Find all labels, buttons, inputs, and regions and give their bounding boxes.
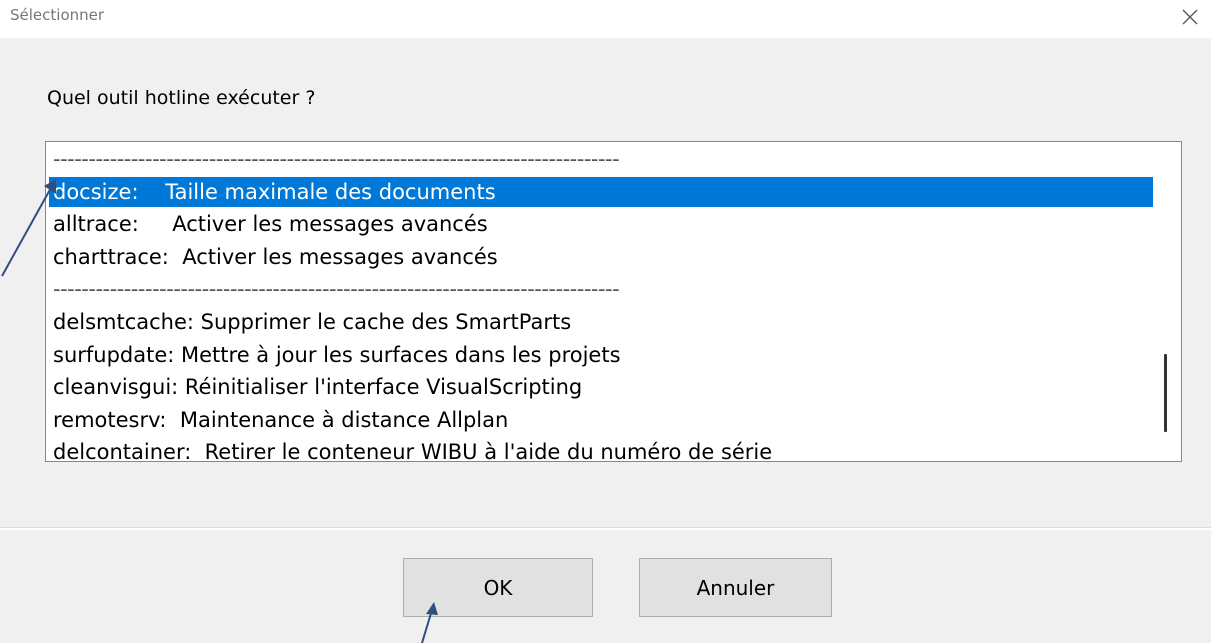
list-item[interactable]: delsmtcache: Supprimer le cache des Smar…	[49, 307, 1153, 337]
prompt-label: Quel outil hotline exécuter ?	[47, 87, 316, 109]
vertical-scrollbar[interactable]	[1151, 142, 1181, 461]
list-item[interactable]: surfupdate: Mettre à jour les surfaces d…	[49, 340, 1153, 370]
list-separator: ----------------------------------------…	[53, 277, 620, 302]
list-item[interactable]: remotesrv: Maintenance à distance Allpla…	[49, 405, 1153, 435]
ok-button[interactable]: OK	[403, 558, 593, 617]
close-icon[interactable]	[1175, 2, 1205, 32]
list-item[interactable]: charttrace: Activer les messages avancés	[49, 242, 1153, 272]
list-separator: ----------------------------------------…	[53, 147, 620, 171]
list-item[interactable]: cleanvisgui: Réinitialiser l'interface V…	[49, 372, 1153, 402]
list-item[interactable]: delcontainer: Retirer le conteneur WIBU …	[49, 437, 1153, 461]
cancel-button[interactable]: Annuler	[639, 558, 832, 617]
list-item[interactable]: alltrace: Activer les messages avancés	[49, 209, 1153, 239]
select-dialog: { "window": { "title": "Sélectionner", "…	[0, 0, 1211, 643]
scrollbar-thumb[interactable]	[1164, 354, 1167, 432]
list-item[interactable]: docsize: Taille maximale des documents	[49, 176, 1153, 207]
tool-listbox[interactable]: ----------------------------------------…	[45, 141, 1182, 462]
button-area-divider	[0, 527, 1211, 530]
dialog-title: Sélectionner	[10, 6, 105, 24]
title-bar: Sélectionner	[0, 0, 1211, 38]
